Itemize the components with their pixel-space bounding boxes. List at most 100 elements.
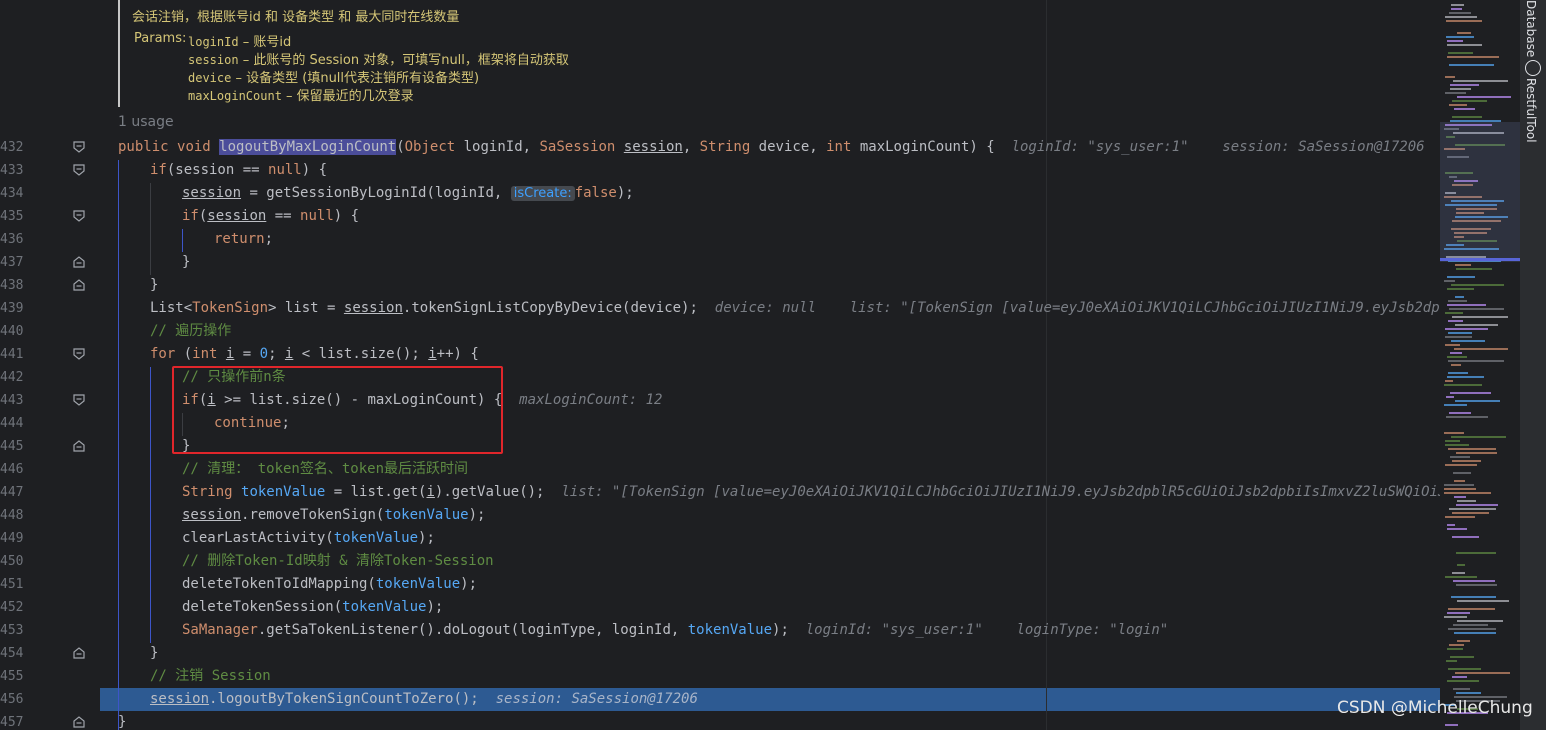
line-gutter[interactable]: 432 433 434 435 436 437 438 439 440 441 …: [0, 0, 100, 730]
tool-window-database[interactable]: Database: [1524, 0, 1538, 57]
minimap-line: [1452, 316, 1508, 318]
minimap-line: [1455, 264, 1471, 266]
minimap-line: [1448, 332, 1472, 334]
indent-guide: [150, 367, 151, 643]
fold-close-icon[interactable]: [73, 256, 85, 268]
code-line-440[interactable]: // 遍历操作: [150, 320, 231, 343]
minimap-line: [1444, 432, 1464, 434]
fold-open-icon[interactable]: [73, 210, 85, 222]
code-line-441[interactable]: for (int i = 0; i < list.size(); i++) {: [150, 343, 479, 366]
code-line-439[interactable]: List<TokenSign> list = session.tokenSign…: [150, 297, 1440, 320]
minimap-line: [1445, 344, 1460, 346]
minimap-line: [1447, 648, 1463, 650]
code-line-456[interactable]: session.logoutByTokenSignCountToZero(); …: [150, 688, 698, 711]
debug-inline-value: loginId: "sys_user:1": [805, 622, 983, 638]
debug-inline-value: list: "[TokenSign [value=eyJ0eXAiOiJKV1Q…: [849, 300, 1440, 316]
minimap-line: [1446, 416, 1488, 418]
code-line-448[interactable]: session.removeTokenSign(tokenValue);: [182, 504, 485, 527]
fold-open-icon[interactable]: [73, 394, 85, 406]
doc-param-row: loginId – 账号id: [188, 31, 291, 50]
line-number: 434: [0, 186, 24, 201]
code-line-451[interactable]: deleteTokenToIdMapping(tokenValue);: [182, 573, 477, 596]
debug-inline-value: loginId: "sys_user:1": [1011, 139, 1189, 155]
doc-param-row: maxLoginCount – 保留最近的几次登录: [188, 85, 414, 104]
line-number: 432: [0, 140, 24, 155]
doc-summary: 会话注销，根据账号id 和 设备类型 和 最大同时在线数量: [132, 10, 460, 25]
minimap-line: [1444, 616, 1467, 618]
debug-inline-value: session: SaSession@17206: [495, 691, 698, 707]
minimap-line: [1447, 356, 1467, 358]
usage-count-link[interactable]: 1 usage: [118, 114, 174, 130]
line-number: 450: [0, 554, 24, 569]
doc-params-label: Params:: [134, 31, 187, 46]
fold-close-icon[interactable]: [73, 716, 85, 728]
minimap-viewport[interactable]: [1440, 122, 1520, 262]
minimap-line: [1449, 104, 1467, 106]
minimap-line: [1454, 108, 1475, 110]
minimap-line: [1450, 88, 1471, 90]
debug-inline-value: list: "[TokenSign [value=eyJ0eXAiOiJKV1Q…: [561, 484, 1440, 500]
minimap-line: [1456, 504, 1498, 506]
code-line-452[interactable]: deleteTokenSession(tokenValue);: [182, 596, 443, 619]
code-line-454[interactable]: }: [150, 642, 158, 665]
minimap-line: [1448, 668, 1481, 670]
code-minimap[interactable]: [1440, 0, 1520, 730]
debug-inline-value: device: null: [714, 300, 816, 316]
minimap-line: [1445, 576, 1477, 578]
minimap-line: [1456, 692, 1481, 694]
minimap-line: [1452, 676, 1467, 678]
code-line-438[interactable]: }: [150, 274, 158, 297]
line-number: 443: [0, 393, 24, 408]
minimap-line: [1451, 596, 1496, 598]
minimap-line: [1447, 276, 1475, 278]
minimap-line: [1457, 96, 1511, 98]
minimap-line: [1450, 656, 1474, 658]
fold-close-icon[interactable]: [73, 279, 85, 291]
line-number: 457: [0, 715, 24, 730]
code-line-453[interactable]: SaManager.getSaTokenListener().doLogout(…: [182, 619, 1168, 642]
code-line-446[interactable]: // 清理： token签名、token最后活跃时间: [182, 458, 468, 481]
code-line-449[interactable]: clearLastActivity(tokenValue);: [182, 527, 435, 550]
code-line-434[interactable]: session = getSessionByLoginId(loginId, i…: [182, 182, 634, 205]
line-number: 449: [0, 531, 24, 546]
code-line-433[interactable]: if(session == null) {: [150, 159, 327, 182]
code-line-450[interactable]: // 删除Token-Id映射 & 清除Token-Session: [182, 550, 494, 573]
code-line-447[interactable]: String tokenValue = list.get(i).getValue…: [182, 481, 1440, 504]
fold-open-icon[interactable]: [73, 141, 85, 153]
minimap-line: [1457, 564, 1465, 566]
line-number: 437: [0, 255, 24, 270]
doc-param-name: maxLoginCount: [188, 89, 282, 103]
code-line-437[interactable]: }: [182, 251, 190, 274]
minimap-line: [1447, 288, 1474, 290]
restful-tool-icon[interactable]: [1525, 60, 1541, 76]
minimap-line: [1445, 444, 1469, 446]
line-number: 441: [0, 347, 24, 362]
doc-param-desc: – 设备类型 (填null代表注销所有设备类型): [231, 71, 480, 86]
line-number: 438: [0, 278, 24, 293]
minimap-line: [1449, 12, 1471, 14]
fold-close-icon[interactable]: [73, 440, 85, 452]
code-line-432[interactable]: public void logoutByMaxLoginCount(Object…: [118, 136, 1440, 159]
method-name-highlight: logoutByMaxLoginCount: [219, 139, 397, 155]
minimap-line: [1454, 632, 1496, 634]
code-line-457[interactable]: }: [118, 711, 126, 730]
right-tool-window-strip: Database RestfulTool: [1520, 0, 1546, 730]
minimap-line: [1453, 580, 1495, 582]
code-line-436[interactable]: return;: [214, 228, 273, 251]
minimap-line: [1448, 608, 1495, 610]
minimap-line: [1445, 724, 1458, 726]
fold-close-icon[interactable]: [73, 647, 85, 659]
minimap-line: [1449, 508, 1496, 510]
code-line-455[interactable]: // 注销 Session: [150, 665, 271, 688]
minimap-line: [1455, 296, 1464, 298]
tool-window-restfultool[interactable]: RestfulTool: [1524, 78, 1538, 143]
fold-open-icon[interactable]: [73, 348, 85, 360]
minimap-line: [1451, 8, 1462, 10]
minimap-line: [1448, 448, 1496, 450]
doc-param-desc: – 账号id: [238, 35, 292, 50]
code-line-435[interactable]: if(session == null) {: [182, 205, 359, 228]
minimap-line: [1456, 452, 1497, 454]
code-editor[interactable]: 会话注销，根据账号id 和 设备类型 和 最大同时在线数量 Params: lo…: [0, 0, 1440, 730]
fold-open-icon[interactable]: [73, 164, 85, 176]
doc-param-row: session – 此账号的 Session 对象，可填写null，框架将自动获…: [188, 49, 569, 68]
